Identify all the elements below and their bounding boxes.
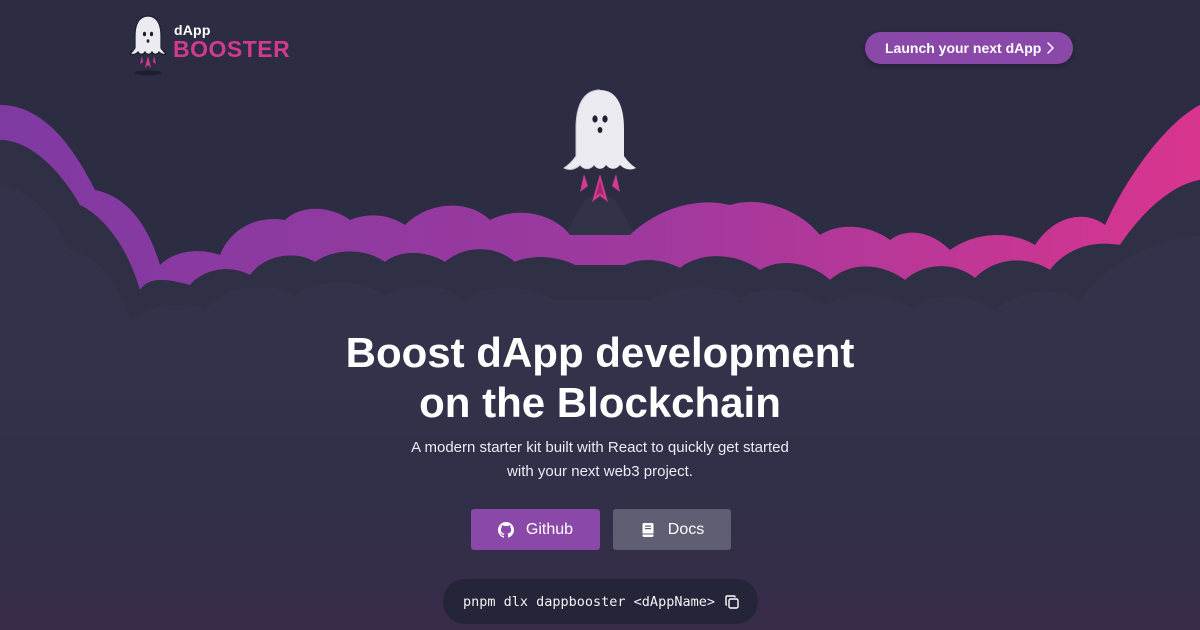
docs-button[interactable]: Docs <box>613 509 731 550</box>
launch-dapp-button[interactable]: Launch your next dApp <box>865 32 1073 64</box>
docs-button-label: Docs <box>667 520 705 538</box>
hero-title-line-2: on the Blockchain <box>419 379 781 426</box>
book-icon <box>642 522 654 537</box>
github-icon <box>497 521 514 538</box>
install-command-text: pnpm dlx dappbooster <dAppName> <box>463 593 715 610</box>
install-command-box: pnpm dlx dappbooster <dAppName> <box>443 579 758 624</box>
copy-icon[interactable] <box>724 594 740 610</box>
github-button-label: Github <box>525 520 574 538</box>
launch-button-label: Launch your next dApp <box>885 40 1042 56</box>
ghost-rocket-logo-icon <box>128 15 168 76</box>
hero-title: Boost dApp development on the Blockchain <box>200 328 1000 428</box>
hero-title-line-1: Boost dApp development <box>345 329 855 376</box>
github-button[interactable]: Github <box>471 509 600 550</box>
chevron-right-icon <box>1047 42 1054 54</box>
hero-subtitle-line-2: with your next web3 project. <box>507 463 693 480</box>
logo-wordmark: BOOSTER <box>173 36 291 62</box>
ghost-rocket-illustration <box>563 89 636 202</box>
hero-subtitle: A modern starter kit built with React to… <box>340 436 860 484</box>
hero-subtitle-line-1: A modern starter kit built with React to… <box>411 439 789 456</box>
landing-page: dApp BOOSTER Launch your next dApp Boost… <box>0 0 1200 630</box>
brand-logo[interactable]: dApp BOOSTER <box>128 14 298 78</box>
